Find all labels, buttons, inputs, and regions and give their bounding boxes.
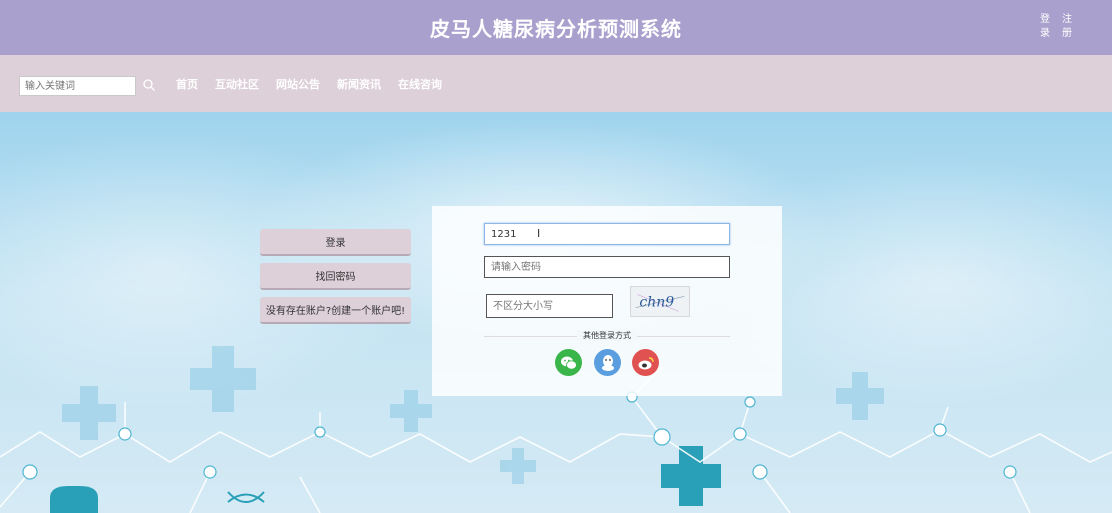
register-link-char-2: 册 <box>1062 28 1072 39</box>
nav-bar: 首页 互动社区 网站公告 新闻资讯 在线咨询 <box>0 55 1112 112</box>
captcha-input[interactable] <box>486 294 613 318</box>
nav-item-home[interactable]: 首页 <box>176 76 198 92</box>
forgot-password-button[interactable]: 找回密码 <box>260 263 411 290</box>
register-link-char-1: 注 <box>1062 14 1072 25</box>
text-cursor-icon: I <box>537 227 541 240</box>
qq-login-button[interactable] <box>594 349 621 376</box>
page-title: 皮马人糖尿病分析预测系统 <box>430 17 682 41</box>
login-link-char-2: 录 <box>1040 28 1050 39</box>
weibo-icon <box>638 356 654 369</box>
login-button[interactable]: 登录 <box>260 229 411 256</box>
register-link[interactable]: 注 册 <box>1062 13 1072 41</box>
search-input[interactable] <box>19 76 136 96</box>
login-link[interactable]: 登 录 <box>1040 13 1050 41</box>
wechat-icon <box>560 356 577 370</box>
login-link-char-1: 登 <box>1040 14 1050 25</box>
login-form-card: I chn9 其他登录方式 <box>432 206 782 396</box>
nav-item-community[interactable]: 互动社区 <box>215 76 259 92</box>
captcha-text: chn9 <box>639 295 674 311</box>
create-account-button[interactable]: 没有存在账户?创建一个账户吧! <box>260 297 411 324</box>
app-header: 皮马人糖尿病分析预测系统 登 录 注 册 <box>0 0 1112 55</box>
search-icon[interactable] <box>142 78 156 92</box>
password-input[interactable] <box>484 256 730 278</box>
auth-links: 登 录 注 册 <box>1040 13 1072 41</box>
other-login-label: 其他登录方式 <box>577 330 637 341</box>
nav-item-announcements[interactable]: 网站公告 <box>276 76 320 92</box>
nav-item-consult[interactable]: 在线咨询 <box>398 76 442 92</box>
username-input[interactable] <box>484 223 730 245</box>
main-nav: 首页 互动社区 网站公告 新闻资讯 在线咨询 <box>176 76 442 92</box>
wechat-login-button[interactable] <box>555 349 582 376</box>
nav-item-news[interactable]: 新闻资讯 <box>337 76 381 92</box>
captcha-image[interactable]: chn9 <box>630 286 690 317</box>
weibo-login-button[interactable] <box>632 349 659 376</box>
qq-icon <box>601 354 614 371</box>
